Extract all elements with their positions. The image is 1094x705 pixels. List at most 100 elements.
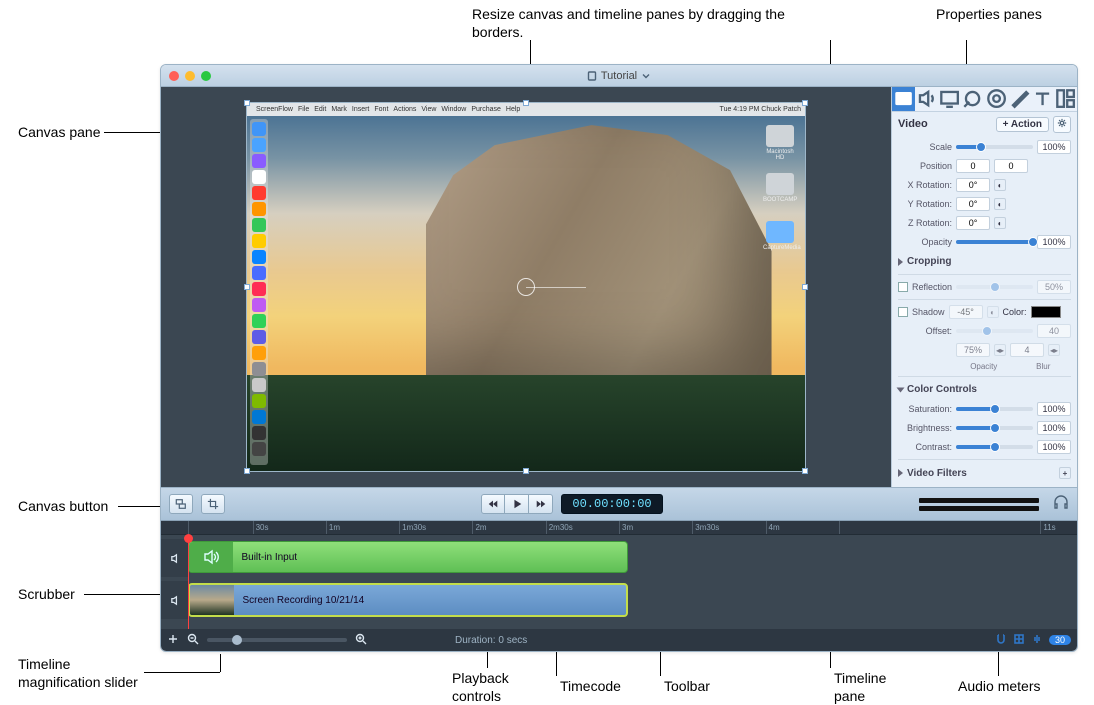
shadow-color-label: Color: (1003, 307, 1027, 317)
offset-value: 40 (1037, 324, 1071, 338)
callout-canvas-button: Canvas button (18, 498, 108, 516)
time-ruler[interactable]: 30s1m1m30s2m2m30s3m3m30s4m11s (161, 521, 1077, 535)
brightness-slider[interactable] (956, 426, 1033, 430)
saturation-label: Saturation: (898, 404, 952, 414)
tab-audio[interactable] (915, 87, 938, 111)
zrot-input[interactable] (956, 216, 990, 230)
shadow-opacity-sublabel: Opacity (956, 362, 1012, 371)
leader (220, 654, 221, 672)
xrot-dial-icon[interactable]: ◐ (994, 179, 1006, 191)
yrot-dial-icon[interactable]: ◐ (994, 198, 1006, 210)
minimize-icon[interactable] (185, 71, 195, 81)
duration-label: Duration: 0 secs (455, 635, 527, 646)
reflection-checkbox[interactable] (898, 282, 908, 292)
properties-tabs (892, 87, 1077, 112)
audio-meters (919, 498, 1039, 511)
timecode-display[interactable]: 00.00:00:00 (561, 494, 662, 514)
speaker-icon (189, 542, 233, 572)
track-mute-button[interactable] (161, 539, 189, 577)
video-clip[interactable]: Screen Recording 10/21/14 (188, 583, 628, 617)
scale-value[interactable]: 100% (1037, 140, 1071, 154)
yrot-input[interactable] (956, 197, 990, 211)
zoom-in-icon[interactable] (355, 633, 367, 648)
callout-playback: Playback controls (452, 670, 522, 705)
opacity-value[interactable]: 100% (1037, 235, 1071, 249)
bottom-bar: Duration: 0 secs 30 (161, 629, 1077, 651)
position-y-input[interactable] (994, 159, 1028, 173)
leader (144, 672, 220, 673)
close-icon[interactable] (169, 71, 179, 81)
tab-text[interactable] (1031, 87, 1054, 111)
cropping-section[interactable]: Cropping (898, 254, 1071, 269)
headphones-icon[interactable] (1053, 494, 1069, 515)
canvas-pane[interactable]: ScreenFlow File Edit Mark Insert Font Ac… (161, 87, 891, 487)
tab-annotations[interactable] (1008, 87, 1031, 111)
rewind-button[interactable] (481, 494, 505, 514)
brightness-label: Brightness: (898, 423, 952, 433)
canvas-button[interactable] (169, 494, 193, 514)
gear-icon[interactable] (1053, 116, 1071, 133)
cursor-indicator-icon (517, 278, 535, 296)
reflection-slider (956, 285, 1033, 289)
saturation-value[interactable]: 100% (1037, 402, 1071, 416)
chapters-icon[interactable] (1013, 633, 1025, 648)
clip-thumbnail (190, 585, 234, 615)
offset-slider (956, 329, 1033, 333)
callout-resize-hint: Resize canvas and timeline panes by drag… (472, 6, 792, 41)
contrast-slider[interactable] (956, 445, 1033, 449)
canvas-content[interactable]: ScreenFlow File Edit Mark Insert Font Ac… (246, 102, 806, 472)
zrot-dial-icon[interactable]: ◐ (994, 217, 1006, 229)
recorded-dock (250, 119, 268, 465)
toolbar: 00.00:00:00 (161, 487, 1077, 521)
brightness-value[interactable]: 100% (1037, 421, 1071, 435)
add-filter-button[interactable]: + (1059, 467, 1071, 479)
playback-controls (481, 494, 553, 514)
shadow-angle-input (949, 305, 983, 319)
snap-icon[interactable] (995, 633, 1007, 648)
contrast-label: Contrast: (898, 442, 952, 452)
properties-heading: Video (898, 118, 928, 130)
clip-label: Screen Recording 10/21/14 (234, 595, 372, 606)
zrot-label: Z Rotation: (898, 218, 952, 228)
track-mute-button[interactable] (161, 581, 189, 619)
play-button[interactable] (505, 494, 529, 514)
zoom-icon[interactable] (201, 71, 211, 81)
stepper-icon: ◂▸ (1048, 344, 1060, 356)
tab-screen-recording[interactable] (938, 87, 961, 111)
callout-properties: Properties panes (936, 6, 1042, 24)
contrast-value[interactable]: 100% (1037, 440, 1071, 454)
fast-forward-button[interactable] (529, 494, 553, 514)
reflection-value: 50% (1037, 280, 1071, 294)
shadow-color-swatch[interactable] (1031, 306, 1061, 318)
add-track-button[interactable] (167, 633, 179, 648)
scrubber[interactable] (188, 535, 189, 629)
saturation-slider[interactable] (956, 407, 1033, 411)
add-action-button[interactable]: + Action (996, 117, 1049, 132)
audio-clip[interactable]: Built-in Input (188, 541, 628, 573)
scale-slider[interactable] (956, 145, 1033, 149)
color-controls-section[interactable]: Color Controls (898, 382, 1071, 397)
fps-pill[interactable]: 30 (1049, 635, 1071, 645)
shadow-checkbox[interactable] (898, 307, 908, 317)
titlebar[interactable]: Tutorial (161, 65, 1077, 87)
tab-video[interactable] (892, 87, 915, 111)
zoom-out-icon[interactable] (187, 633, 199, 648)
window-title: Tutorial (601, 70, 637, 82)
crop-button[interactable] (201, 494, 225, 514)
properties-pane: Video + Action Scale 100% Position (891, 87, 1077, 487)
tab-callout[interactable] (961, 87, 984, 111)
tab-touch[interactable] (985, 87, 1008, 111)
opacity-slider[interactable] (956, 240, 1033, 244)
callout-audio-meters: Audio meters (958, 678, 1040, 696)
callout-toolbar: Toolbar (664, 678, 710, 696)
video-filters-section[interactable]: Video Filters + (898, 465, 1071, 481)
xrot-label: X Rotation: (898, 180, 952, 190)
position-x-input[interactable] (956, 159, 990, 173)
waveform-icon[interactable] (1031, 633, 1043, 648)
timeline-zoom-slider[interactable] (207, 638, 347, 642)
yrot-label: Y Rotation: (898, 199, 952, 209)
xrot-input[interactable] (956, 178, 990, 192)
timeline-pane[interactable]: 30s1m1m30s2m2m30s3m3m30s4m11s Built-in I… (161, 521, 1077, 629)
tab-layout[interactable] (1054, 87, 1077, 111)
stepper-icon: ◂▸ (994, 344, 1006, 356)
